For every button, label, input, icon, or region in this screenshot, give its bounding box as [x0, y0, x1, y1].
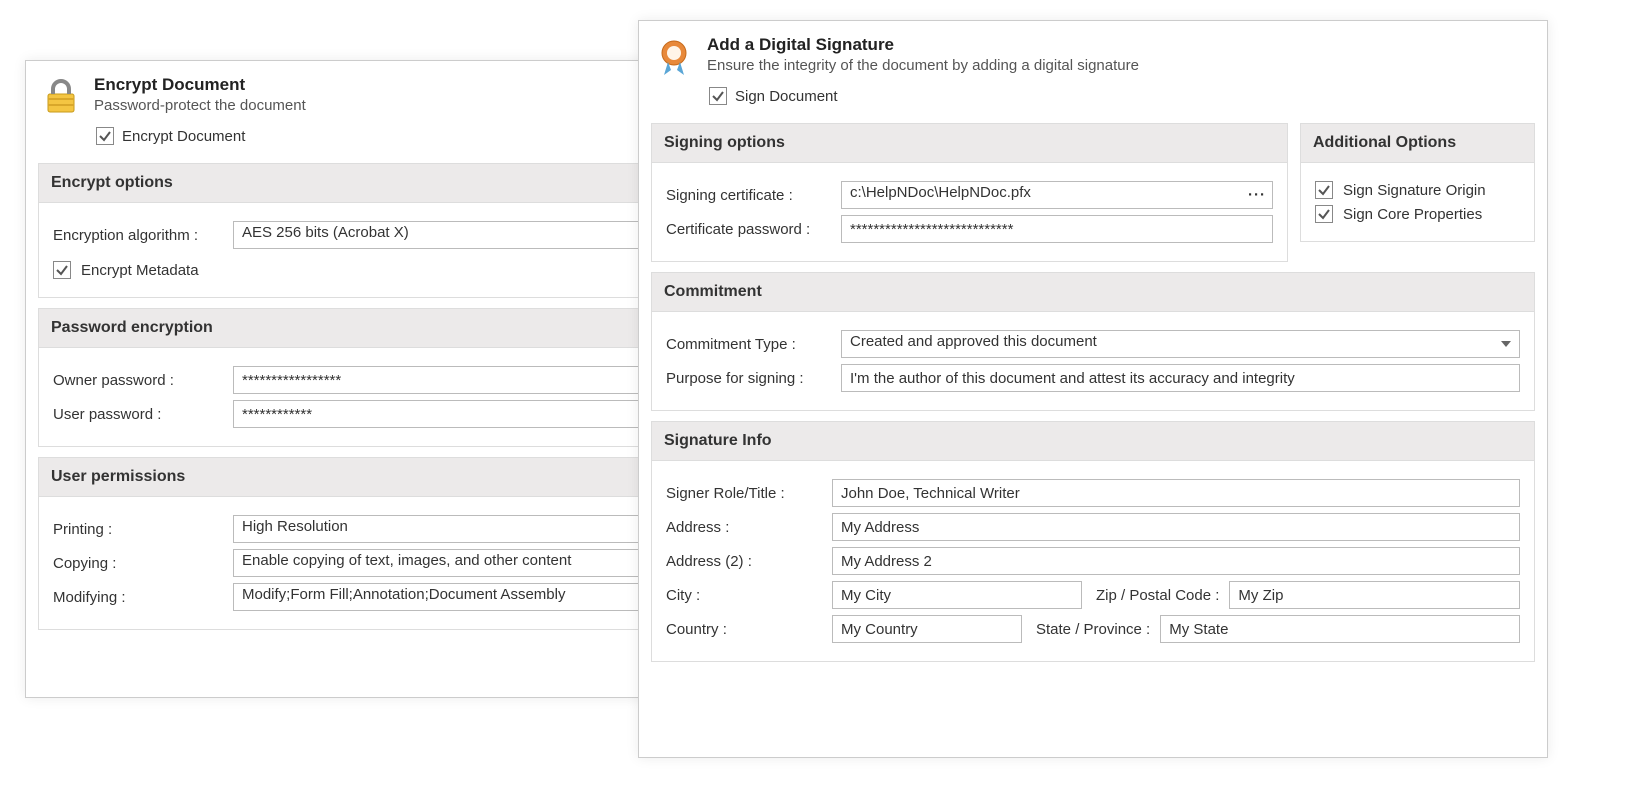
- address-label: Address :: [666, 519, 822, 536]
- lock-icon: [40, 75, 82, 117]
- browse-icon[interactable]: ···: [1248, 187, 1266, 204]
- sign-title: Add a Digital Signature: [707, 35, 1139, 55]
- sign-subtitle: Ensure the integrity of the document by …: [707, 57, 1139, 74]
- country-label: Country :: [666, 621, 822, 638]
- certificate-password-input[interactable]: [841, 215, 1273, 243]
- copying-label: Copying :: [53, 555, 223, 572]
- encryption-algorithm-value: AES 256 bits (Acrobat X): [242, 224, 409, 241]
- printing-label: Printing :: [53, 521, 223, 538]
- commitment-type-label: Commitment Type :: [666, 336, 831, 353]
- signature-info-heading: Signature Info: [652, 422, 1534, 461]
- signing-options-heading: Signing options: [652, 124, 1287, 163]
- owner-password-label: Owner password :: [53, 372, 223, 389]
- encrypt-metadata-label: Encrypt Metadata: [81, 262, 199, 279]
- country-input[interactable]: [832, 615, 1022, 643]
- address2-label: Address (2) :: [666, 553, 822, 570]
- signing-certificate-label: Signing certificate :: [666, 187, 831, 204]
- commitment-type-select[interactable]: Created and approved this document: [841, 330, 1520, 358]
- sign-header: Add a Digital Signature Ensure the integ…: [639, 21, 1547, 83]
- copying-value: Enable copying of text, images, and othe…: [242, 552, 571, 569]
- signing-certificate-value: c:\HelpNDoc\HelpNDoc.pfx: [850, 184, 1031, 201]
- sign-document-checkbox-label: Sign Document: [735, 88, 838, 105]
- zip-label: Zip / Postal Code :: [1096, 587, 1219, 604]
- commitment-section: Commitment Commitment Type : Created and…: [651, 272, 1535, 411]
- signing-options-section: Signing options Signing certificate : c:…: [651, 123, 1288, 262]
- encrypt-document-checkbox[interactable]: [96, 127, 114, 145]
- state-input[interactable]: [1160, 615, 1520, 643]
- ribbon-seal-icon: [653, 35, 695, 77]
- state-label: State / Province :: [1036, 621, 1150, 638]
- encrypt-title: Encrypt Document: [94, 75, 306, 95]
- encrypt-subtitle: Password-protect the document: [94, 97, 306, 114]
- printing-value: High Resolution: [242, 518, 348, 535]
- zip-input[interactable]: [1229, 581, 1520, 609]
- signature-info-section: Signature Info Signer Role/Title : Addre…: [651, 421, 1535, 662]
- sign-core-properties-label: Sign Core Properties: [1343, 206, 1482, 223]
- commitment-type-value: Created and approved this document: [850, 333, 1097, 350]
- modifying-value: Modify;Form Fill;Annotation;Document Ass…: [242, 586, 565, 603]
- certificate-password-label: Certificate password :: [666, 221, 831, 238]
- purpose-for-signing-input[interactable]: [841, 364, 1520, 392]
- city-input[interactable]: [832, 581, 1082, 609]
- address2-input[interactable]: [832, 547, 1520, 575]
- signer-role-label: Signer Role/Title :: [666, 485, 822, 502]
- sign-signature-origin-checkbox[interactable]: [1315, 181, 1333, 199]
- encryption-algorithm-label: Encryption algorithm :: [53, 227, 223, 244]
- signing-certificate-input[interactable]: c:\HelpNDoc\HelpNDoc.pfx ···: [841, 181, 1273, 209]
- modifying-label: Modifying :: [53, 589, 223, 606]
- sign-signature-origin-label: Sign Signature Origin: [1343, 182, 1486, 199]
- additional-options-section: Additional Options Sign Signature Origin…: [1300, 123, 1535, 242]
- encrypt-document-checkbox-label: Encrypt Document: [122, 128, 245, 145]
- sign-core-properties-checkbox[interactable]: [1315, 205, 1333, 223]
- commitment-heading: Commitment: [652, 273, 1534, 312]
- signer-role-input[interactable]: [832, 479, 1520, 507]
- user-password-label: User password :: [53, 406, 223, 423]
- encrypt-metadata-checkbox[interactable]: [53, 261, 71, 279]
- digital-signature-panel: Add a Digital Signature Ensure the integ…: [638, 20, 1548, 758]
- additional-options-heading: Additional Options: [1301, 124, 1534, 163]
- city-label: City :: [666, 587, 822, 604]
- purpose-for-signing-label: Purpose for signing :: [666, 370, 831, 387]
- sign-document-checkbox[interactable]: [709, 87, 727, 105]
- address-input[interactable]: [832, 513, 1520, 541]
